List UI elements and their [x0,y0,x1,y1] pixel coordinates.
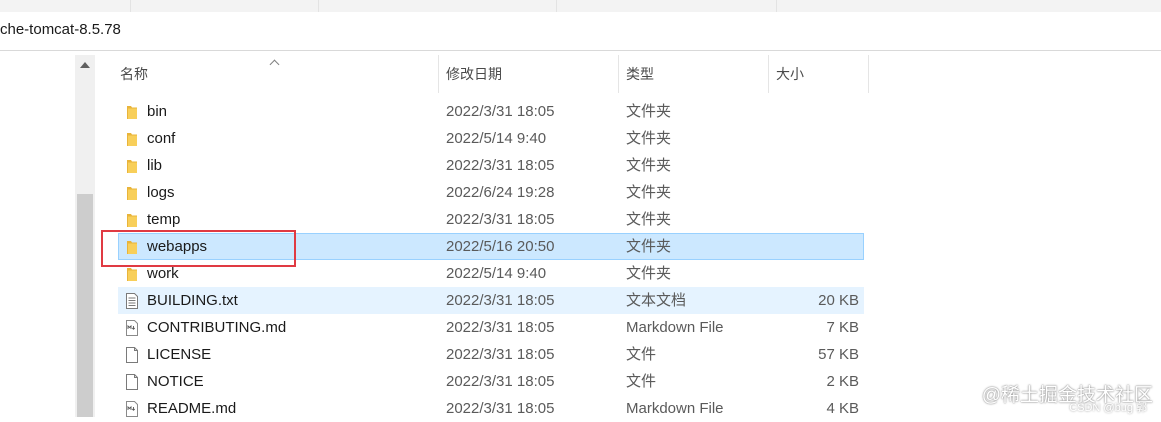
folder-icon [125,131,139,147]
file-row[interactable]: conf 2022/5/14 9:40 文件夹 [118,125,864,152]
file-date: 2022/3/31 18:05 [446,346,555,363]
file-name: LICENSE [147,346,212,363]
column-header-name[interactable]: 名称 [120,55,148,93]
file-date: 2022/5/16 20:50 [446,238,555,255]
file-type: 文本文档 [626,292,687,309]
file-date: 2022/3/31 18:05 [446,319,555,336]
column-header-date[interactable]: 修改日期 [446,55,502,93]
top-divider [776,0,777,12]
column-header-size[interactable]: 大小 [776,55,804,93]
navigation-pane [0,51,75,417]
scroll-thumb[interactable] [77,194,93,417]
file-type: Markdown File [626,400,724,417]
file-date: 2022/5/14 9:40 [446,265,547,282]
file-name: conf [147,130,176,147]
file-date: 2022/3/31 18:05 [446,103,555,120]
address-path[interactable]: che-tomcat-8.5.78 [0,21,121,38]
file-row[interactable]: NOTICE 2022/3/31 18:05 文件 2 KB [118,368,864,395]
watermark-subtext: CSDN @bug 郭 [1069,402,1147,414]
folder-icon [125,266,139,282]
file-type: 文件 [626,373,657,390]
text-file-icon [125,293,139,309]
file-date: 2022/3/31 18:05 [446,157,555,174]
file-type: 文件 [626,346,657,363]
file-row[interactable]: LICENSE 2022/3/31 18:05 文件 57 KB [118,341,864,368]
file-name: lib [147,157,163,174]
file-row[interactable]: CONTRIBUTING.md 2022/3/31 18:05 Markdown F… [118,314,864,341]
scroll-up-arrow-icon[interactable] [75,55,95,75]
file-date: 2022/3/31 18:05 [446,373,555,390]
folder-icon [125,185,139,201]
file-name: NOTICE [147,373,204,390]
column-divider[interactable] [438,55,439,93]
folder-icon [125,239,139,255]
file-type: 文件夹 [626,157,672,174]
file-row[interactable]: logs 2022/6/24 19:28 文件夹 [118,179,864,206]
column-header-type[interactable]: 类型 [626,55,654,93]
file-type: Markdown File [626,319,724,336]
top-divider [318,0,319,12]
file-row[interactable]: README.md 2022/3/31 18:05 Markdown File 4 K… [118,395,864,422]
file-name: bin [147,103,168,120]
markdown-file-icon [125,320,139,336]
file-date: 2022/3/31 18:05 [446,211,555,228]
file-name: logs [147,184,175,201]
file-name: temp [147,211,181,228]
file-type: 文件夹 [626,103,672,120]
file-row[interactable]: temp 2022/3/31 18:05 文件夹 [118,206,864,233]
file-name: README.md [147,400,237,417]
column-header-row: 名称 修改日期 类型 大小 [96,55,896,93]
file-row[interactable]: bin 2022/3/31 18:05 文件夹 [118,98,864,125]
file-row[interactable]: webapps 2022/5/16 20:50 文件夹 [118,233,864,260]
file-row[interactable]: lib 2022/3/31 18:05 文件夹 [118,152,864,179]
column-divider[interactable] [768,55,769,93]
file-list: bin 2022/3/31 18:05 文件夹 conf 2022/5/14 9:40 文… [118,98,864,422]
blank-file-icon [125,347,139,363]
file-name: CONTRIBUTING.md [147,319,287,336]
file-size: 57 KB [818,346,859,363]
file-size: 20 KB [818,292,859,309]
markdown-file-icon [125,401,139,417]
folder-icon [125,212,139,228]
file-row[interactable]: work 2022/5/14 9:40 文件夹 [118,260,864,287]
file-type: 文件夹 [626,184,672,201]
file-row[interactable]: BUILDING.txt 2022/3/31 18:05 文本文档 20 KB [118,287,864,314]
top-divider [130,0,131,12]
file-type: 文件夹 [626,211,672,228]
file-date: 2022/3/31 18:05 [446,400,555,417]
file-date: 2022/5/14 9:40 [446,130,547,147]
file-type: 文件夹 [626,265,672,282]
file-date: 2022/6/24 19:28 [446,184,555,201]
column-divider[interactable] [868,55,869,93]
blank-file-icon [125,374,139,390]
column-divider[interactable] [618,55,619,93]
folder-icon [125,104,139,120]
file-size: 7 KB [826,319,859,336]
folder-icon [125,158,139,174]
top-divider [556,0,557,12]
address-bar[interactable]: che-tomcat-8.5.78 [0,12,1161,51]
file-name: webapps [147,238,208,255]
file-date: 2022/3/31 18:05 [446,292,555,309]
file-size: 2 KB [826,373,859,390]
file-size: 4 KB [826,400,859,417]
file-type: 文件夹 [626,130,672,147]
vertical-scrollbar[interactable] [75,55,95,417]
file-name: work [147,265,179,282]
sort-ascending-icon [270,59,280,65]
file-name: BUILDING.txt [147,292,238,309]
file-type: 文件夹 [626,238,672,255]
